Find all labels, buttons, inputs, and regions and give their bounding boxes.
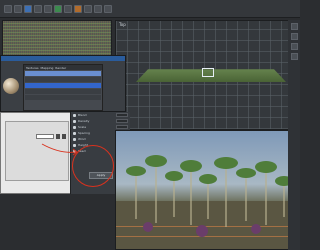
save-icon[interactable]: [14, 4, 22, 13]
material-list-panel: Textures Mapping Render: [23, 64, 103, 111]
prop-field[interactable]: [116, 113, 128, 117]
light-icon[interactable]: [94, 4, 102, 13]
checkbox[interactable]: [73, 119, 76, 123]
viewport-perspective[interactable]: [115, 130, 300, 250]
prop-label: Blend: [78, 113, 87, 117]
rotate-icon[interactable]: [54, 4, 62, 13]
material-tab-bar: Textures Mapping Render: [24, 65, 102, 70]
tab-mapping[interactable]: Mapping: [41, 66, 54, 70]
camera-icon[interactable]: [104, 4, 112, 13]
render-icon[interactable]: [24, 4, 32, 13]
prop-field[interactable]: [116, 119, 128, 123]
view-icon[interactable]: [290, 23, 298, 30]
zoom-icon[interactable]: [290, 33, 298, 40]
scale-icon[interactable]: [64, 4, 72, 13]
select-icon[interactable]: [34, 4, 42, 13]
annotation-circle: [72, 145, 114, 187]
move-icon[interactable]: [44, 4, 52, 13]
prop-label: Spacing: [78, 131, 90, 135]
material-editor-titlebar[interactable]: [1, 56, 125, 61]
file-icon[interactable]: [4, 4, 12, 13]
checkbox[interactable]: [73, 113, 76, 117]
material-editor-window: Textures Mapping Render: [0, 55, 126, 112]
prop-label: Scale: [78, 125, 87, 129]
material-preview-sphere[interactable]: [3, 78, 19, 94]
slider-handle[interactable]: [62, 134, 66, 139]
material-row[interactable]: [25, 89, 101, 94]
pan-icon[interactable]: [290, 43, 298, 50]
slider-handle[interactable]: [56, 134, 60, 139]
main-toolbar: [0, 0, 300, 18]
palm-trees-render: [126, 155, 293, 237]
dialog-input-field[interactable]: [36, 134, 54, 139]
orbit-icon[interactable]: [290, 53, 298, 60]
tab-textures[interactable]: Textures: [26, 66, 39, 70]
material-row[interactable]: [25, 83, 101, 88]
checkbox[interactable]: [73, 125, 76, 129]
material-row[interactable]: [25, 95, 101, 100]
checkbox[interactable]: [73, 131, 76, 135]
material-icon[interactable]: [84, 4, 92, 13]
layer-icon[interactable]: [74, 4, 82, 13]
viewport-top-right[interactable]: Top: [115, 20, 300, 130]
tab-render[interactable]: Render: [55, 66, 66, 70]
viewport-title: Top: [119, 22, 126, 27]
prop-field[interactable]: [116, 125, 128, 129]
material-row[interactable]: [25, 77, 101, 82]
prop-label: Density: [78, 119, 90, 123]
selection-box[interactable]: [202, 68, 214, 77]
right-toolstrip: [288, 20, 300, 250]
material-row[interactable]: [25, 71, 101, 76]
